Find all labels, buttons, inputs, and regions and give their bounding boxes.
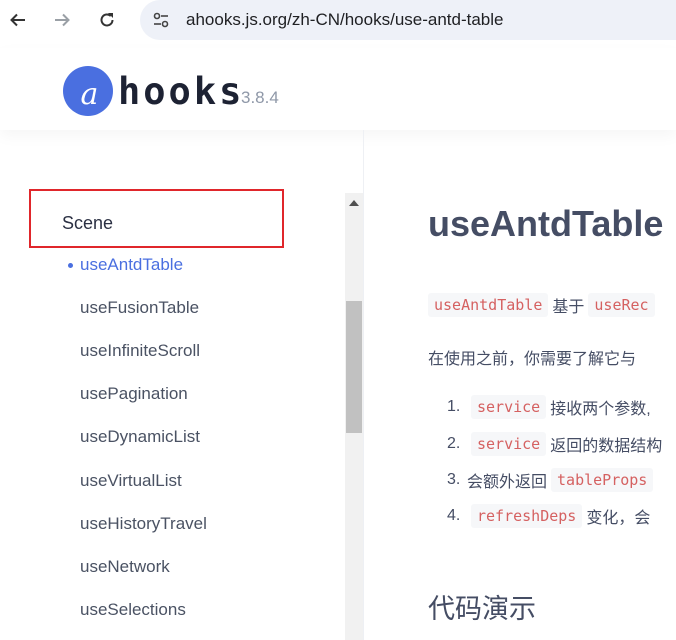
intro-paragraph: useAntdTable 基于 useRec: [428, 293, 659, 317]
sidebar-item-usefusiontable[interactable]: useFusionTable: [80, 298, 199, 318]
reload-icon[interactable]: [93, 6, 121, 34]
inline-code: service: [471, 395, 547, 419]
list-text: 返回的数据结构: [550, 438, 663, 455]
sidebar: Scene useAntdTable useFusionTable useInf…: [0, 130, 364, 640]
sidebar-item-usepagination[interactable]: usePagination: [80, 384, 188, 404]
sidebar-item-usevirtuallist[interactable]: useVirtualList: [80, 471, 182, 491]
list-text: 会额外返回: [467, 474, 548, 491]
list-item: 1. service 接收两个参数,: [447, 395, 651, 419]
inline-code: tableProps: [551, 468, 654, 492]
sidebar-item-usehistorytravel[interactable]: useHistoryTravel: [80, 514, 207, 534]
sidebar-item-useselections[interactable]: useSelections: [80, 600, 186, 620]
back-icon[interactable]: [4, 6, 32, 34]
scroll-thumb[interactable]: [346, 301, 362, 433]
version-label: 3.8.4: [241, 88, 279, 107]
section-title: 代码演示: [428, 594, 536, 624]
logo-text[interactable]: hooks: [118, 70, 244, 113]
browser-toolbar: ahooks.js.org/zh-CN/hooks/use-antd-table: [0, 0, 676, 42]
list-number: 4.: [447, 507, 461, 524]
sidebar-item-usenetwork[interactable]: useNetwork: [80, 557, 170, 577]
list-number: 2.: [447, 435, 461, 452]
site-settings-icon[interactable]: [152, 11, 170, 29]
list-number: 1.: [447, 398, 461, 415]
logo-icon[interactable]: a: [63, 66, 113, 116]
sidebar-scrollbar[interactable]: [345, 193, 363, 640]
site-header: a hooks 3.8.4: [0, 48, 676, 130]
sidebar-group-title: Scene: [62, 213, 114, 233]
inline-code: useAntdTable: [428, 293, 549, 317]
url-text[interactable]: ahooks.js.org/zh-CN/hooks/use-antd-table: [186, 10, 504, 30]
inline-code: useRec: [588, 293, 655, 317]
list-item: 3. 会额外返回 tableProps: [447, 468, 657, 492]
sidebar-item-useinfinitescroll[interactable]: useInfiniteScroll: [80, 341, 200, 361]
intro-text: 基于: [552, 299, 585, 316]
sidebar-item-usedynamiclist[interactable]: useDynamicList: [80, 427, 200, 447]
logo-letter: a: [80, 76, 99, 112]
list-text: 接收两个参数,: [550, 401, 651, 418]
list-text: 变化，会: [586, 510, 651, 527]
main-content: useAntdTable useAntdTable 基于 useRec 在使用之…: [365, 130, 676, 640]
page-title: useAntdTable: [428, 203, 664, 244]
list-item: 2. service 返回的数据结构: [447, 432, 662, 456]
active-dot-icon: [68, 263, 73, 268]
sidebar-item-useantdtable[interactable]: useAntdTable: [80, 255, 183, 275]
inline-code: service: [471, 432, 547, 456]
before-use-paragraph: 在使用之前，你需要了解它与: [428, 351, 637, 368]
forward-icon[interactable]: [48, 6, 76, 34]
list-item: 4. refreshDeps 变化，会: [447, 504, 650, 528]
inline-code: refreshDeps: [471, 504, 583, 528]
address-bar[interactable]: ahooks.js.org/zh-CN/hooks/use-antd-table: [140, 0, 676, 40]
scroll-up-icon[interactable]: [349, 200, 359, 206]
list-number: 3.: [447, 471, 461, 488]
